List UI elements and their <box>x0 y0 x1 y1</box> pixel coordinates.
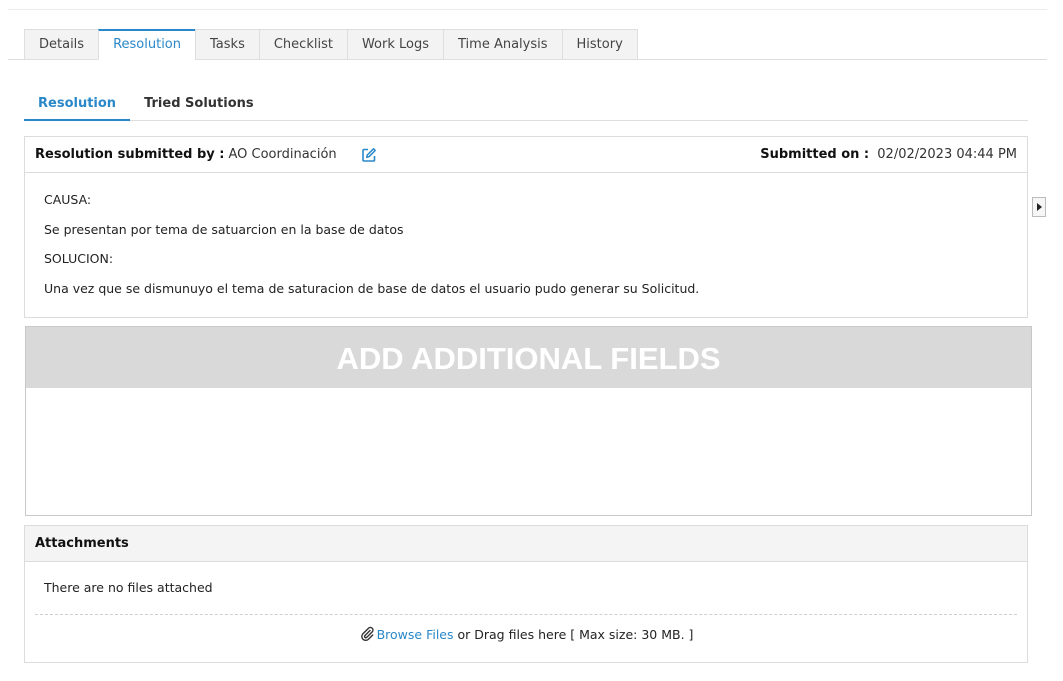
resolution-line: SOLUCION: <box>44 251 114 266</box>
resolution-line: Una vez que se dismunuyo el tema de satu… <box>44 280 700 296</box>
drag-files-text: or Drag files here [ Max size: 30 MB. ] <box>453 627 694 642</box>
tab-tasks[interactable]: Tasks <box>195 29 259 60</box>
no-files-text: There are no files attached <box>44 580 213 595</box>
submitted-on-label: Submitted on : <box>760 147 870 162</box>
resolution-panel: Resolution submitted by : AO Coordinació… <box>24 136 1028 318</box>
resolution-subtabs: Resolution Tried Solutions <box>24 92 1028 121</box>
subtab-resolution[interactable]: Resolution <box>24 92 131 121</box>
tab-details[interactable]: Details <box>24 29 99 60</box>
paperclip-icon <box>359 618 375 642</box>
tab-history[interactable]: History <box>561 29 638 60</box>
subtab-tried-solutions[interactable]: Tried Solutions <box>130 92 268 121</box>
resolution-line: Se presentan por tema de satuarcion en l… <box>44 221 404 237</box>
resolution-line: CAUSA: <box>44 192 92 207</box>
caret-right-icon[interactable] <box>1032 197 1046 217</box>
edit-icon[interactable] <box>361 147 377 163</box>
additional-fields-section: ADD ADDITIONAL FIELDS <box>25 326 1032 516</box>
submitted-on: Submitted on : 02/02/2023 04:44 PM <box>760 137 1017 173</box>
browse-files-row: Browse Files or Drag files here [ Max si… <box>25 615 1027 657</box>
attachments-title: Attachments <box>25 526 1027 562</box>
top-divider <box>8 9 1047 10</box>
attachments-panel: Attachments There are no files attached … <box>24 525 1028 663</box>
submitted-by-value: AO Coordinación <box>228 147 337 162</box>
additional-fields-banner: ADD ADDITIONAL FIELDS <box>26 327 1031 388</box>
tab-resolution[interactable]: Resolution <box>98 29 196 60</box>
browse-files-link[interactable]: Browse Files <box>377 627 454 642</box>
tab-time-analysis[interactable]: Time Analysis <box>443 29 562 60</box>
tab-checklist[interactable]: Checklist <box>258 29 347 60</box>
submitted-by-label: Resolution submitted by : <box>35 147 225 162</box>
submitted-on-value: 02/02/2023 04:44 PM <box>877 147 1017 162</box>
main-tabs: Details Resolution Tasks Checklist Work … <box>24 29 638 60</box>
resolution-header: Resolution submitted by : AO Coordinació… <box>25 137 1027 173</box>
tab-work-logs[interactable]: Work Logs <box>346 29 443 60</box>
resolution-text: CAUSA: Se presentan por tema de satuarci… <box>25 173 1027 319</box>
